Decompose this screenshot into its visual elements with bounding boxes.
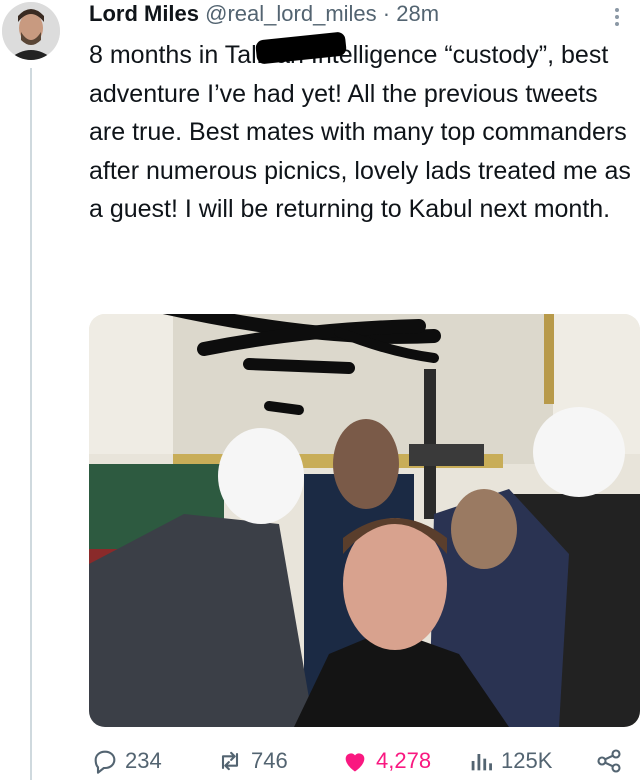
- reply-count: 234: [125, 748, 162, 773]
- author-avatar[interactable]: [2, 2, 60, 60]
- tweet-photo[interactable]: [89, 314, 640, 727]
- like-button[interactable]: 4,278: [340, 744, 431, 778]
- more-icon[interactable]: [614, 6, 620, 28]
- thread-line: [30, 68, 32, 780]
- retweet-count: 746: [251, 748, 288, 773]
- reply-icon: [94, 750, 116, 774]
- tweet-actions: 234 746 4,278 125K: [89, 744, 630, 778]
- share-icon: [597, 749, 621, 773]
- retweet-icon: [221, 751, 239, 771]
- author-handle[interactable]: @real_lord_miles: [205, 1, 377, 26]
- header-separator: ·: [382, 1, 391, 26]
- avatar-image: [2, 2, 60, 60]
- views-icon: [471, 754, 492, 771]
- tweet-text: 8 months in Taliban Intelligence “custod…: [89, 41, 638, 223]
- reply-button[interactable]: 234: [91, 744, 162, 778]
- views-button[interactable]: 125K: [467, 744, 552, 778]
- heart-icon: [345, 753, 365, 772]
- tweet-timestamp[interactable]: 28m: [396, 1, 439, 26]
- views-count: 125K: [501, 748, 553, 773]
- author-name[interactable]: Lord Miles: [89, 1, 199, 26]
- retweet-button[interactable]: 746: [215, 744, 288, 778]
- like-count: 4,278: [376, 748, 432, 773]
- tweet-header: Lord Miles @real_lord_miles · 28m: [89, 0, 600, 28]
- share-button[interactable]: [595, 744, 629, 778]
- photo-image: [89, 314, 640, 727]
